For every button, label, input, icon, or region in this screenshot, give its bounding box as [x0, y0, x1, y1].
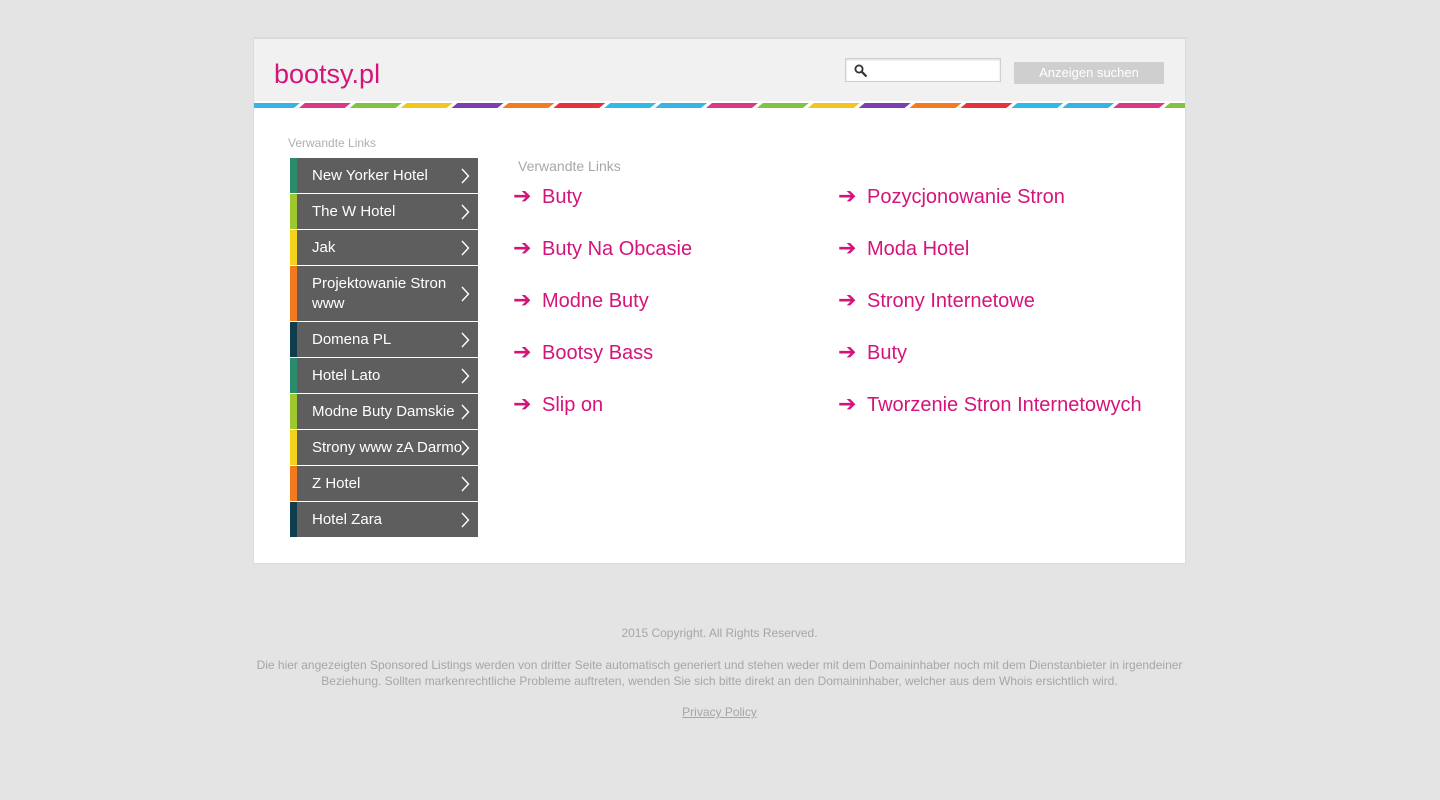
sidebar-item-label: Hotel Lato	[312, 367, 381, 384]
search-input[interactable]	[872, 61, 996, 79]
site-logo[interactable]: bootsy.pl	[274, 59, 380, 90]
sidebar-item-strony-www-za-darmo[interactable]: Strony www zA Darmo	[290, 430, 478, 465]
arrow-right-icon: ➔	[513, 392, 532, 417]
arrow-right-icon: ➔	[838, 340, 857, 365]
sidebar-item-label: Jak	[312, 239, 336, 256]
arrow-right-icon: ➔	[513, 184, 532, 209]
related-link[interactable]: ➔ Buty Na Obcasie	[513, 234, 692, 264]
sidebar-item-the-w-hotel[interactable]: The W Hotel	[290, 194, 478, 229]
sidebar-item-label: Z Hotel	[312, 475, 361, 492]
page-footer: 2015 Copyright. All Rights Reserved. Die…	[253, 625, 1186, 721]
stripe-segment	[451, 103, 504, 108]
chevron-right-icon	[461, 476, 470, 491]
related-link-label: Modne Buty	[542, 290, 649, 312]
stripe-segment	[1062, 103, 1115, 108]
search-icon	[854, 64, 867, 77]
sidebar-item-label: Projektowanie Stron www	[312, 275, 447, 312]
related-link-label: Slip on	[542, 394, 604, 416]
stripe-segment	[1113, 103, 1166, 108]
search-box[interactable]	[845, 58, 1001, 82]
stripe-segment	[254, 103, 300, 108]
sidebar-item-label: New Yorker Hotel	[312, 167, 428, 184]
chevron-right-icon	[461, 404, 470, 419]
related-link[interactable]: ➔ Strony Internetowe	[838, 286, 1035, 316]
sidebar-item-hotel-lato[interactable]: Hotel Lato	[290, 358, 478, 393]
chevron-right-icon	[461, 368, 470, 383]
related-link-label: Moda Hotel	[867, 238, 970, 260]
privacy-policy-link[interactable]: Privacy Policy	[682, 705, 757, 719]
page-header: bootsy.pl Anzeigen suchen	[254, 37, 1185, 108]
sidebar-menu: New Yorker Hotel The W Hotel Jak Projekt…	[290, 158, 478, 537]
related-links-grid: ➔ Buty ➔ Pozycjonowanie Stron ➔ Buty Na Obc…	[513, 182, 1173, 442]
arrow-right-icon: ➔	[513, 340, 532, 365]
related-link[interactable]: ➔ Buty	[838, 338, 907, 368]
related-link[interactable]: ➔ Tworzenie Stron Internetowych	[838, 390, 1142, 420]
disclaimer-text: Die hier angezeigten Sponsored Listings …	[256, 658, 1183, 688]
stripe-segment	[604, 103, 657, 108]
chevron-right-icon	[461, 168, 470, 183]
chevron-right-icon	[461, 332, 470, 347]
related-link-label: Pozycjonowanie Stron	[867, 186, 1065, 208]
stripe-segment	[400, 103, 453, 108]
related-link-label: Bootsy Bass	[542, 342, 654, 364]
sidebar-item-label: Domena PL	[312, 331, 392, 348]
arrow-right-icon: ➔	[838, 184, 857, 209]
arrow-right-icon: ➔	[838, 236, 857, 261]
copyright-text: 2015 Copyright. All Rights Reserved.	[621, 626, 818, 640]
related-link[interactable]: ➔ Buty	[513, 182, 582, 212]
stripe-segment	[349, 103, 402, 108]
related-link[interactable]: ➔ Modne Buty	[513, 286, 649, 316]
sidebar-item-z-hotel[interactable]: Z Hotel	[290, 466, 478, 501]
arrow-right-icon: ➔	[838, 392, 857, 417]
related-link-label: Buty Na Obcasie	[542, 238, 693, 260]
stripe-segment	[298, 103, 351, 108]
arrow-right-icon: ➔	[513, 288, 532, 313]
stripe-segment	[1164, 103, 1185, 108]
stripe-segment	[909, 103, 962, 108]
stripe-segment	[502, 103, 555, 108]
sidebar-item-hotel-zara[interactable]: Hotel Zara	[290, 502, 478, 537]
related-link[interactable]: ➔ Slip on	[513, 390, 603, 420]
sidebar-item-domena-pl[interactable]: Domena PL	[290, 322, 478, 357]
sidebar-item-label: The W Hotel	[312, 203, 396, 220]
chevron-right-icon	[461, 286, 470, 301]
sidebar-item-jak[interactable]: Jak	[290, 230, 478, 265]
stripe-segment	[706, 103, 758, 108]
chevron-right-icon	[461, 240, 470, 255]
sidebar-item-label: Strony www zA Darmo	[312, 439, 462, 456]
chevron-right-icon	[461, 440, 470, 455]
main-heading: Verwandte Links	[518, 158, 621, 174]
rainbow-stripe	[254, 103, 1185, 108]
sidebar-item-label: Modne Buty Damskie	[312, 403, 455, 420]
content-card: bootsy.pl Anzeigen suchen Verwandte Link…	[253, 37, 1186, 564]
arrow-right-icon: ➔	[838, 288, 857, 313]
search-ads-button[interactable]: Anzeigen suchen	[1014, 62, 1164, 84]
sidebar-item-new-yorker-hotel[interactable]: New Yorker Hotel	[290, 158, 478, 193]
stripe-segment	[553, 103, 606, 108]
stripe-segment	[1011, 103, 1064, 108]
stripe-segment	[960, 103, 1013, 108]
stripe-segment	[756, 103, 809, 108]
chevron-right-icon	[461, 204, 470, 219]
related-link-label: Strony Internetowe	[867, 290, 1035, 312]
stripe-segment	[655, 103, 708, 108]
sidebar-heading: Verwandte Links	[288, 136, 377, 150]
sidebar-item-projektowanie-stron-www[interactable]: Projektowanie Stron www	[290, 266, 478, 321]
stripe-segment	[807, 103, 860, 108]
related-link-label: Buty	[542, 186, 583, 208]
related-link[interactable]: ➔ Bootsy Bass	[513, 338, 653, 368]
sidebar-item-modne-buty-damskie[interactable]: Modne Buty Damskie	[290, 394, 478, 429]
sidebar-item-label: Hotel Zara	[312, 511, 383, 528]
related-link-label: Tworzenie Stron Internetowych	[867, 394, 1142, 416]
stripe-segment	[858, 103, 911, 108]
related-link-label: Buty	[867, 342, 908, 364]
arrow-right-icon: ➔	[513, 236, 532, 261]
chevron-right-icon	[461, 512, 470, 527]
related-link[interactable]: ➔ Pozycjonowanie Stron	[838, 182, 1065, 212]
related-link[interactable]: ➔ Moda Hotel	[838, 234, 969, 264]
